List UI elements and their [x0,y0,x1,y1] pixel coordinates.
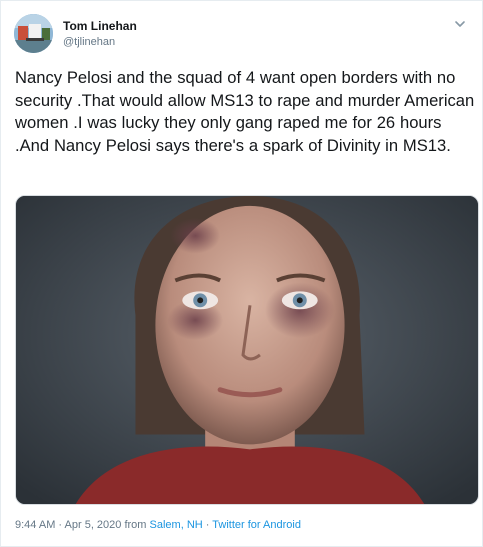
avatar[interactable] [14,14,53,53]
tweet-meta: 9:44 AM · Apr 5, 2020 from Salem, NH · T… [15,519,301,531]
tweet-date[interactable]: Apr 5, 2020 [65,519,122,531]
portrait-image [16,196,478,504]
tweet-location[interactable]: Salem, NH [150,519,203,531]
tweet-card[interactable]: Tom Linehan @tjlinehan Nancy Pelosi and … [0,0,483,547]
author-handle[interactable]: @tjlinehan [63,36,115,48]
chevron-down-icon[interactable] [452,16,468,32]
avatar-image [14,14,53,53]
tweet-time[interactable]: 9:44 AM [15,519,55,531]
tweet-photo[interactable] [15,195,479,505]
tweet-source[interactable]: Twitter for Android [212,519,301,531]
meta-separator: · [55,519,65,531]
meta-separator: · [202,519,213,531]
from-label: from [121,519,150,531]
tweet-header: Tom Linehan @tjlinehan [14,14,472,58]
tweet-text: Nancy Pelosi and the squad of 4 want ope… [15,68,480,155]
author-name[interactable]: Tom Linehan [63,19,137,33]
